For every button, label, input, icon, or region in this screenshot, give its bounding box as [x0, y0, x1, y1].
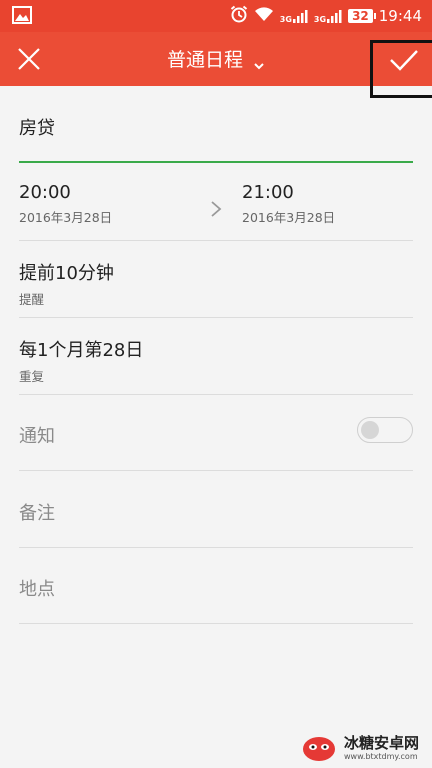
confirm-button[interactable]: [370, 40, 432, 98]
signal-icon: 3G: [280, 8, 308, 24]
notify-row: 通知: [19, 417, 413, 471]
watermark-url: www.btxtdmy.com: [344, 752, 418, 761]
repeat-value: 每1个月第28日: [19, 340, 144, 361]
chevron-down-icon: [253, 55, 265, 69]
check-icon: [390, 50, 418, 71]
event-type-selector[interactable]: 普通日程: [0, 45, 432, 72]
reminder-label: 提醒: [19, 292, 45, 307]
page-title: 普通日程: [166, 49, 243, 71]
repeat-row[interactable]: 每1个月第28日 重复: [19, 336, 413, 395]
end-time: 21:00: [242, 182, 294, 203]
notify-label: 通知: [19, 426, 55, 447]
wifi-icon: [254, 6, 274, 26]
network-type-label: 3G: [279, 15, 292, 24]
end-time-picker[interactable]: 21:00 2016年3月28日: [242, 182, 335, 226]
battery-icon: 32: [348, 9, 376, 23]
toolbar: 普通日程: [0, 32, 432, 98]
location-row[interactable]: 地点: [19, 575, 413, 624]
start-time: 20:00: [19, 182, 71, 203]
input-underline: [19, 161, 413, 163]
start-time-picker[interactable]: 20:00 2016年3月28日: [19, 182, 112, 226]
repeat-label: 重复: [19, 369, 45, 384]
start-date: 2016年3月28日: [19, 210, 113, 225]
signal-icon: 3G: [314, 8, 342, 24]
chevron-right-icon: [209, 200, 223, 218]
end-date: 2016年3月28日: [242, 210, 336, 225]
reminder-value: 提前10分钟: [19, 263, 114, 284]
reminder-row[interactable]: 提前10分钟 提醒: [19, 259, 413, 318]
note-placeholder: 备注: [19, 503, 55, 524]
watermark-logo: [300, 733, 338, 763]
status-bar: 3G 3G 32 19:44: [0, 0, 432, 32]
network-type-label: 3G: [313, 15, 327, 24]
event-title-input[interactable]: 房贷: [19, 114, 413, 140]
notify-toggle[interactable]: [357, 417, 413, 443]
note-row[interactable]: 备注: [19, 499, 413, 548]
watermark-name: 冰糖安卓网: [344, 734, 420, 752]
toggle-knob: [361, 421, 379, 439]
time-range-row: 20:00 2016年3月28日 21:00 2016年3月28日: [19, 182, 413, 241]
clock: 19:44: [378, 7, 422, 25]
location-placeholder: 地点: [19, 579, 55, 600]
alarm-icon: [230, 5, 248, 27]
image-icon: [12, 6, 32, 24]
watermark: 冰糖安卓网 www.btxtdmy.com: [300, 728, 432, 768]
